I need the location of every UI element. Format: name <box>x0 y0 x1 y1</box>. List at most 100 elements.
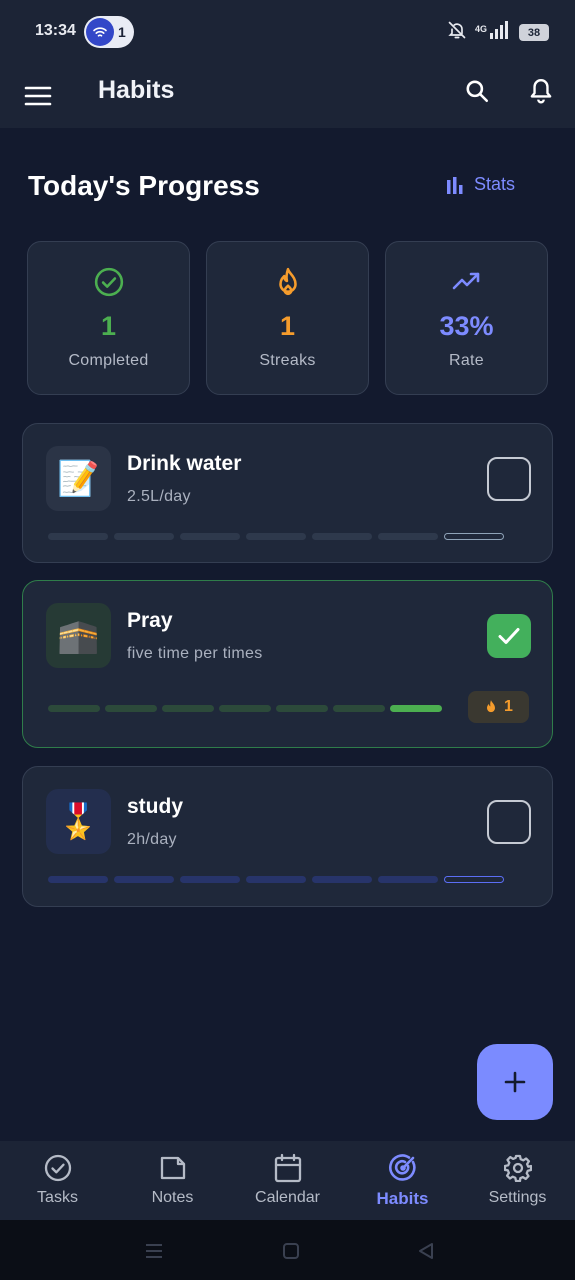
calendar-icon <box>274 1153 302 1183</box>
habit-checkbox[interactable] <box>487 614 531 658</box>
fire-icon <box>275 267 301 297</box>
rate-label: Rate <box>449 352 484 369</box>
trending-up-icon <box>452 267 482 297</box>
bottom-navigation: Tasks Notes Calendar Habits Settings <box>0 1141 575 1220</box>
search-button[interactable] <box>460 74 494 108</box>
day-progress-segment <box>180 876 240 883</box>
hotspot-pill[interactable]: 1 <box>84 16 134 48</box>
wifi-hotspot-icon <box>86 18 114 46</box>
habit-name: Drink water <box>127 452 242 475</box>
nav-label: Habits <box>376 1189 429 1208</box>
bell-icon <box>530 79 552 104</box>
network-label: 4G <box>474 23 487 34</box>
habit-emoji: 🎖️ <box>46 789 111 854</box>
nav-label: Calendar <box>255 1189 320 1206</box>
system-navigation-bar <box>0 1220 575 1280</box>
nav-label: Notes <box>151 1189 194 1206</box>
day-progress-segment <box>246 533 306 540</box>
fire-icon <box>487 700 496 713</box>
back-icon[interactable] <box>413 1238 439 1264</box>
completed-card: 1 Completed <box>27 241 190 395</box>
habit-checkbox[interactable] <box>487 457 531 501</box>
stats-button[interactable]: Stats <box>446 174 515 195</box>
battery-indicator: 38 <box>519 24 549 41</box>
day-progress-segment <box>180 533 240 540</box>
habit-emoji: 🕋 <box>46 603 111 668</box>
streaks-value: 1 <box>279 311 296 341</box>
signal-icon <box>489 21 511 44</box>
add-habit-button[interactable] <box>477 1044 553 1120</box>
day-progress-segment <box>333 705 385 712</box>
bar-chart-icon <box>447 176 463 194</box>
day-progress-segment <box>444 876 504 883</box>
nav-label: Tasks <box>37 1189 78 1206</box>
streaks-card: 1 Streaks <box>206 241 369 395</box>
completed-value: 1 <box>100 311 117 341</box>
checkmark-icon <box>498 628 520 644</box>
habit-card-study[interactable]: 🎖️ study 2h/day <box>22 766 553 907</box>
day-progress-segment <box>114 876 174 883</box>
habit-description: five time per times <box>127 645 263 662</box>
day-progress-segment <box>312 876 372 883</box>
status-time: 13:34 <box>35 22 76 39</box>
nav-label: Settings <box>488 1189 547 1206</box>
menu-button[interactable] <box>22 80 54 112</box>
habit-description: 2h/day <box>127 831 177 848</box>
hamburger-menu-icon <box>24 86 52 106</box>
gear-icon <box>503 1153 532 1183</box>
week-progress <box>48 533 504 540</box>
streak-count: 1 <box>504 698 513 715</box>
page-title: Habits <box>98 76 175 104</box>
day-progress-segment <box>378 876 438 883</box>
stats-label: Stats <box>474 174 516 194</box>
search-icon <box>466 80 489 103</box>
nav-notes[interactable]: Notes <box>115 1141 230 1220</box>
status-indicators: 4G 38 <box>447 20 549 45</box>
nav-calendar[interactable]: Calendar <box>230 1141 345 1220</box>
week-progress <box>48 876 504 883</box>
day-progress-segment <box>276 705 328 712</box>
day-progress-segment <box>444 533 504 540</box>
day-progress-segment <box>105 705 157 712</box>
completed-label: Completed <box>68 352 149 369</box>
recent-apps-icon[interactable] <box>141 1238 167 1264</box>
nav-tasks[interactable]: Tasks <box>0 1141 115 1220</box>
habit-card-pray[interactable]: 🕋 Pray five time per times 1 <box>22 580 553 748</box>
app-bar: Habits <box>0 62 575 128</box>
rate-value: 33% <box>439 311 494 341</box>
day-progress-segment <box>48 705 100 712</box>
streak-badge: 1 <box>468 691 529 723</box>
day-progress-segment <box>219 705 271 712</box>
mute-notifications-icon <box>447 20 467 45</box>
nav-settings[interactable]: Settings <box>460 1141 575 1220</box>
section-title: Today's Progress <box>28 170 260 201</box>
plus-icon <box>504 1071 526 1093</box>
target-icon <box>388 1153 418 1183</box>
habit-description: 2.5L/day <box>127 488 191 505</box>
day-progress-segment <box>390 705 442 712</box>
habit-card-drink-water[interactable]: 📝 Drink water 2.5L/day <box>22 423 553 563</box>
habit-checkbox[interactable] <box>487 800 531 844</box>
rate-card: 33% Rate <box>385 241 548 395</box>
day-progress-segment <box>378 533 438 540</box>
day-progress-segment <box>48 876 108 883</box>
check-circle-icon <box>94 267 124 297</box>
status-bar: 13:34 1 4G 38 <box>0 0 575 62</box>
day-progress-segment <box>312 533 372 540</box>
notifications-button[interactable] <box>524 74 558 108</box>
habit-name: study <box>127 795 184 818</box>
streaks-label: Streaks <box>259 352 316 369</box>
day-progress-segment <box>246 876 306 883</box>
hotspot-count: 1 <box>118 24 126 40</box>
day-progress-segment <box>114 533 174 540</box>
home-icon[interactable] <box>278 1238 304 1264</box>
note-icon <box>159 1153 187 1183</box>
habit-name: Pray <box>127 609 173 632</box>
habits-screen: 13:34 1 4G 38 Habits Today's Progress St… <box>0 0 575 1280</box>
check-circle-icon <box>44 1153 72 1183</box>
week-progress <box>48 705 442 712</box>
nav-habits[interactable]: Habits <box>345 1141 460 1220</box>
day-progress-segment <box>48 533 108 540</box>
day-progress-segment <box>162 705 214 712</box>
habit-emoji: 📝 <box>46 446 111 511</box>
